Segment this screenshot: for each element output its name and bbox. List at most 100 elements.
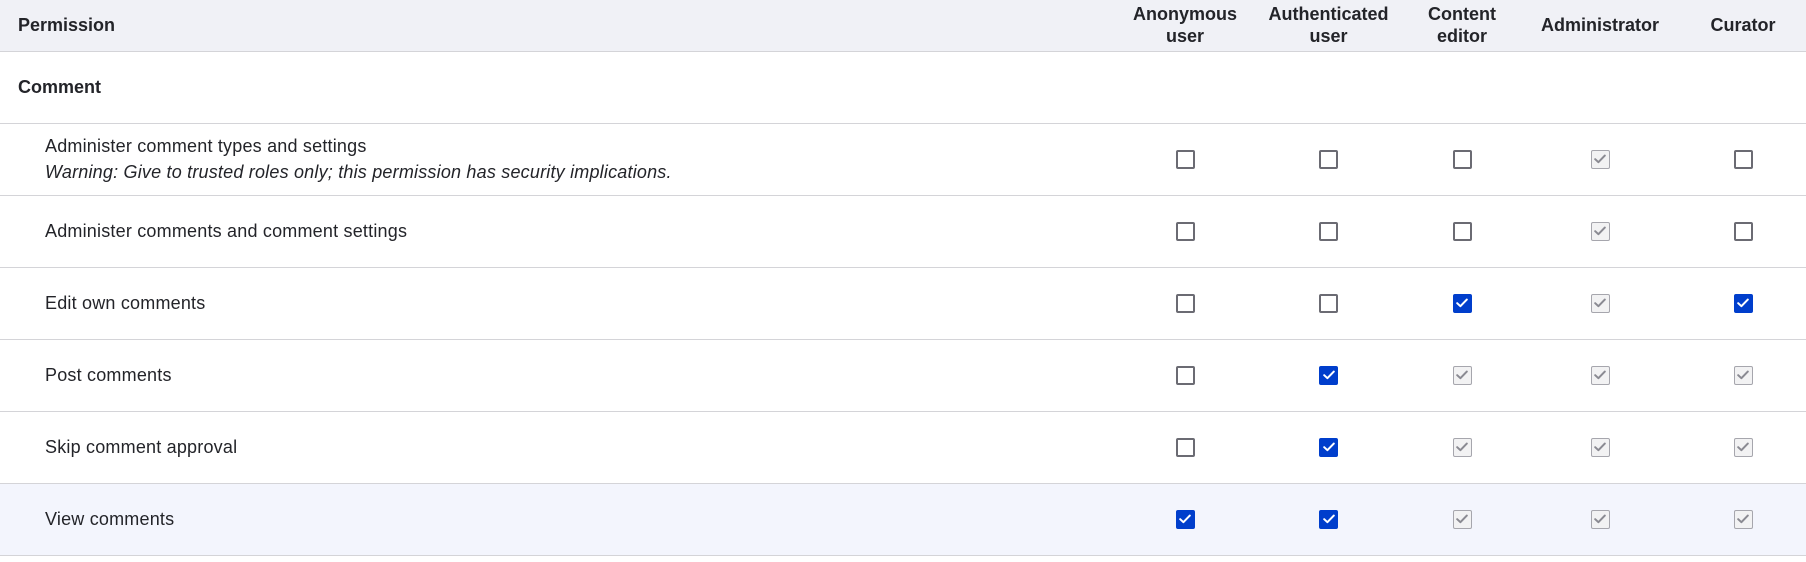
permission-checkbox-authenticated-user[interactable] xyxy=(1319,365,1338,385)
permission-checkbox-anonymous-user[interactable] xyxy=(1175,437,1195,457)
permission-cell: View comments xyxy=(0,483,1117,555)
checkbox-cell-anonymous-user xyxy=(1117,483,1253,555)
table-row: Administer comments and comment settings xyxy=(0,195,1806,267)
role-header-anonymous-user: Anonymous user xyxy=(1117,0,1253,52)
permission-cell: Skip comment approval xyxy=(0,411,1117,483)
checkbox-cell-administrator xyxy=(1520,267,1680,339)
check-icon xyxy=(1456,442,1468,452)
checkbox-cell-anonymous-user xyxy=(1117,195,1253,267)
permission-checkbox-anonymous-user[interactable] xyxy=(1175,149,1195,169)
checkbox-cell-curator xyxy=(1680,123,1806,195)
role-header-line2: editor xyxy=(1436,26,1487,47)
role-header-line1: Administrator xyxy=(1540,15,1659,36)
permission-checkbox-administrator xyxy=(1590,437,1610,457)
permission-checkbox-anonymous-user[interactable] xyxy=(1175,221,1195,241)
check-icon xyxy=(1594,370,1606,380)
role-header-line1: Anonymous xyxy=(1132,4,1237,25)
permission-checkbox-authenticated-user[interactable] xyxy=(1319,437,1338,457)
role-header-line1: Content xyxy=(1428,4,1496,25)
table-header-row: Permission Anonymous user Authenticated … xyxy=(0,0,1806,52)
check-icon xyxy=(1179,514,1191,524)
checkbox-cell-curator xyxy=(1680,195,1806,267)
permission-checkbox-content-editor xyxy=(1452,509,1472,529)
table-row: Skip comment approval xyxy=(0,411,1806,483)
check-icon xyxy=(1594,298,1606,308)
checkbox-cell-authenticated-user xyxy=(1253,267,1404,339)
checkbox-cell-anonymous-user xyxy=(1117,267,1253,339)
permission-cell: Administer comments and comment settings xyxy=(0,195,1117,267)
permission-checkbox-content-editor xyxy=(1452,437,1472,457)
permission-checkbox-authenticated-user[interactable] xyxy=(1319,509,1338,529)
checkbox-cell-content-editor xyxy=(1404,195,1520,267)
permission-title: Edit own comments xyxy=(45,293,206,313)
permission-warning: Warning: Give to trusted roles only; thi… xyxy=(45,162,672,182)
role-header-line1: Curator xyxy=(1710,15,1776,36)
checkbox-cell-authenticated-user xyxy=(1253,483,1404,555)
table-row: Edit own comments xyxy=(0,267,1806,339)
checkbox-cell-anonymous-user xyxy=(1117,339,1253,411)
permission-cell: Post comments xyxy=(0,339,1117,411)
checkbox-cell-authenticated-user xyxy=(1253,411,1404,483)
permission-checkbox-authenticated-user[interactable] xyxy=(1319,221,1338,241)
checkbox-cell-content-editor xyxy=(1404,483,1520,555)
permission-title: Administer comments and comment settings xyxy=(45,221,408,241)
permission-checkbox-content-editor xyxy=(1452,365,1472,385)
check-icon xyxy=(1456,298,1468,308)
permission-checkbox-administrator xyxy=(1590,365,1610,385)
checkbox-cell-authenticated-user xyxy=(1253,123,1404,195)
check-icon xyxy=(1456,514,1468,524)
checkbox-cell-authenticated-user xyxy=(1253,195,1404,267)
checkbox-cell-content-editor xyxy=(1404,267,1520,339)
permission-checkbox-curator[interactable] xyxy=(1733,221,1753,241)
checkbox-cell-administrator xyxy=(1520,411,1680,483)
permission-title: Post comments xyxy=(45,365,172,385)
permission-checkbox-curator xyxy=(1733,365,1753,385)
permission-checkbox-content-editor[interactable] xyxy=(1452,221,1472,241)
check-icon xyxy=(1737,298,1749,308)
check-icon xyxy=(1456,370,1468,380)
permission-checkbox-anonymous-user[interactable] xyxy=(1175,293,1195,313)
check-icon xyxy=(1737,514,1749,524)
permission-checkbox-administrator xyxy=(1590,293,1610,313)
checkbox-cell-curator xyxy=(1680,339,1806,411)
checkbox-cell-curator xyxy=(1680,267,1806,339)
permission-column-header: Permission xyxy=(0,0,1117,52)
permission-title: Administer comment types and settings xyxy=(45,136,367,156)
check-icon xyxy=(1322,370,1335,380)
permission-checkbox-administrator xyxy=(1590,149,1610,169)
permission-title: View comments xyxy=(45,509,175,529)
check-icon xyxy=(1594,442,1606,452)
checkbox-cell-anonymous-user xyxy=(1117,411,1253,483)
checkbox-cell-administrator xyxy=(1520,195,1680,267)
role-header-curator: Curator xyxy=(1680,0,1806,52)
table-row: Administer comment types and settings War… xyxy=(0,123,1806,195)
permission-checkbox-authenticated-user[interactable] xyxy=(1319,149,1338,169)
checkbox-cell-administrator xyxy=(1520,123,1680,195)
module-title: Comment xyxy=(18,76,102,97)
check-icon xyxy=(1594,226,1606,236)
role-header-authenticated-user: Authenticated user xyxy=(1253,0,1404,52)
check-icon xyxy=(1594,514,1606,524)
checkbox-cell-authenticated-user xyxy=(1253,339,1404,411)
checkbox-cell-content-editor xyxy=(1404,123,1520,195)
module-row-comment: Comment xyxy=(0,51,1806,123)
checkbox-cell-administrator xyxy=(1520,483,1680,555)
permission-checkbox-curator[interactable] xyxy=(1733,149,1753,169)
role-header-line1: Authenticated xyxy=(1268,4,1389,25)
role-header-line2: user xyxy=(1165,26,1205,47)
role-header-content-editor: Content editor xyxy=(1404,0,1520,52)
permission-checkbox-content-editor[interactable] xyxy=(1452,149,1472,169)
permission-checkbox-authenticated-user[interactable] xyxy=(1319,293,1338,313)
permission-checkbox-anonymous-user[interactable] xyxy=(1175,365,1195,385)
permission-checkbox-content-editor[interactable] xyxy=(1452,293,1472,313)
permission-checkbox-anonymous-user[interactable] xyxy=(1175,509,1195,529)
permission-checkbox-curator[interactable] xyxy=(1733,293,1753,313)
check-icon xyxy=(1737,442,1749,452)
permission-checkbox-administrator xyxy=(1590,221,1610,241)
permissions-table: Permission Anonymous user Authenticated … xyxy=(0,0,1806,556)
permission-checkbox-curator xyxy=(1733,509,1753,529)
table-row: View comments xyxy=(0,483,1806,555)
check-icon xyxy=(1594,154,1606,164)
permission-checkbox-administrator xyxy=(1590,509,1610,529)
check-icon xyxy=(1737,370,1749,380)
